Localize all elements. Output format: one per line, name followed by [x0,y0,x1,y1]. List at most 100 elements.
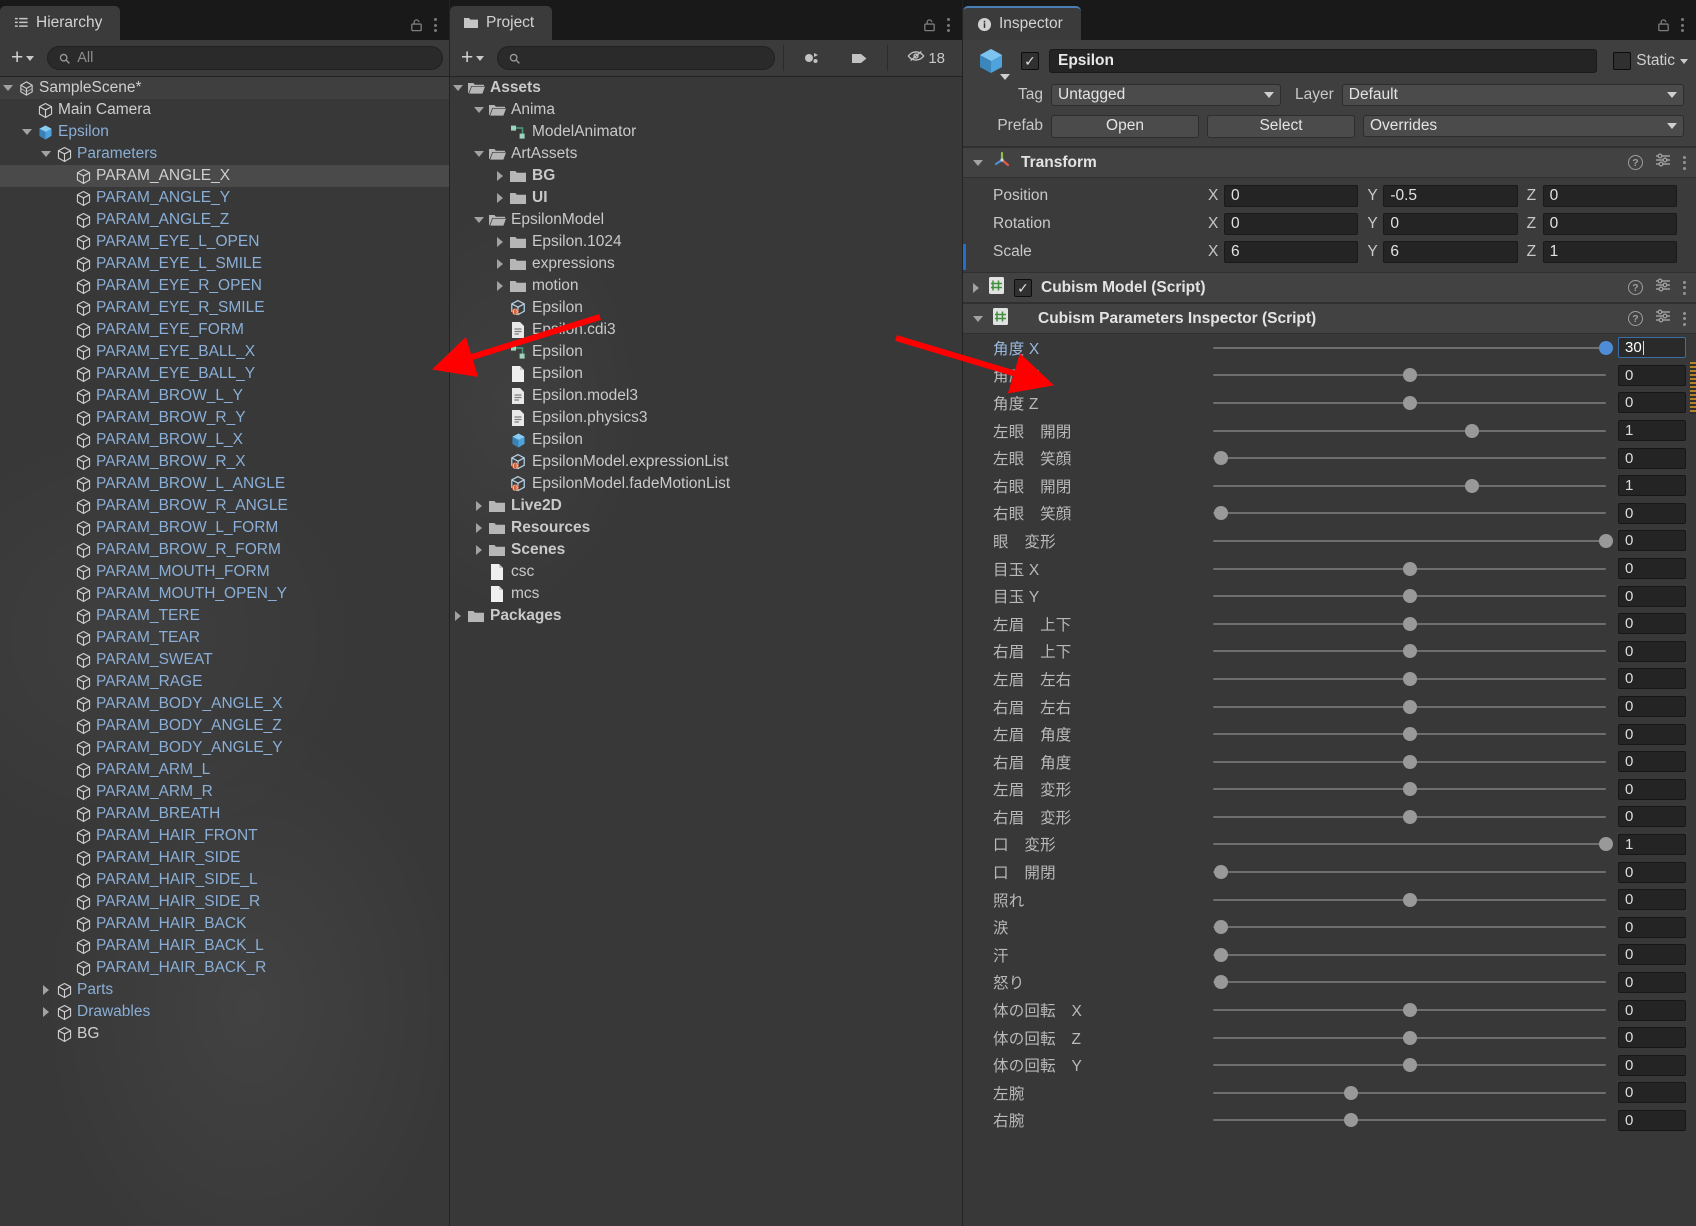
hierarchy-item-param-hair-back[interactable]: PARAM_HAIR_BACK [0,913,449,935]
slider-knob[interactable] [1402,616,1417,631]
slider-knob[interactable] [1402,754,1417,769]
parameter-value-input[interactable]: 0 [1618,751,1686,773]
slider-knob[interactable] [1402,561,1417,576]
kebab-menu-icon[interactable] [1683,311,1686,326]
project-item-bg[interactable]: BG [450,165,962,187]
slider-track[interactable] [1213,533,1613,548]
slider-knob[interactable] [1402,644,1417,659]
layer-dropdown[interactable]: Default [1341,84,1684,106]
chevron-down-icon[interactable] [22,129,32,135]
parameter-value-input[interactable]: 0 [1618,696,1686,718]
parameter-slider[interactable] [1213,748,1618,776]
prefab-open-button[interactable]: Open [1051,114,1199,138]
project-search-input[interactable] [497,46,776,70]
slider-knob[interactable] [1213,506,1228,521]
parameter-row[interactable]: 右眉 上下 0 [963,638,1696,666]
lock-icon[interactable] [409,17,424,33]
parameter-value-input[interactable]: 0 [1618,558,1686,580]
hierarchy-item-param-rage[interactable]: PARAM_RAGE [0,671,449,693]
prefab-overrides-dropdown[interactable]: Overrides [1363,115,1684,137]
parameter-slider[interactable] [1213,776,1618,804]
parameter-row[interactable]: 右腕 0 [963,1107,1696,1135]
help-icon[interactable]: ? [1628,311,1643,326]
parameter-row[interactable]: 口 変形 1 [963,831,1696,859]
project-item-epsilonmodel[interactable]: EpsilonModel [450,209,962,231]
parameter-value-input[interactable]: 0 [1618,502,1686,524]
hierarchy-item-param-hair-back-r[interactable]: PARAM_HAIR_BACK_R [0,957,449,979]
twisty[interactable] [471,501,487,511]
slider-track[interactable] [1213,340,1613,355]
parameter-row[interactable]: 体の回転 X 0 [963,996,1696,1024]
slider-track[interactable] [1213,892,1606,907]
hierarchy-item-param-brow-l-x[interactable]: PARAM_BROW_L_X [0,429,449,451]
chevron-right-icon[interactable] [973,282,979,293]
slider-knob[interactable] [1402,727,1417,742]
parameter-value-input[interactable]: 0 [1618,971,1686,993]
transform-position-y-input[interactable]: -0.5 [1383,185,1518,207]
parameter-slider[interactable] [1213,913,1618,941]
hierarchy-item-param-breath[interactable]: PARAM_BREATH [0,803,449,825]
parameter-value-input[interactable]: 0 [1618,861,1686,883]
parameter-value-input[interactable]: 0 [1618,364,1686,386]
twisty[interactable] [471,545,487,555]
hierarchy-item-parts[interactable]: Parts [0,979,449,1001]
parameter-row[interactable]: 口 開閉 0 [963,858,1696,886]
hierarchy-item-param-eye-ball-y[interactable]: PARAM_EYE_BALL_Y [0,363,449,385]
parameter-value-input[interactable]: 0 [1618,1054,1686,1076]
kebab-menu-icon[interactable] [1683,280,1686,295]
tag-dropdown[interactable]: Untagged [1051,84,1281,106]
parameter-value-input[interactable]: 0 [1618,1082,1686,1104]
twisty[interactable] [19,129,35,135]
slider-knob[interactable] [1213,947,1228,962]
slider-track[interactable] [1213,1030,1606,1045]
project-item-assets[interactable]: Assets [450,77,962,99]
project-item-epsilonmodel-fademotionlist[interactable]: {} EpsilonModel.fadeMotionList [450,473,962,495]
transform-component-header[interactable]: Transform ? [963,147,1696,178]
transform-rotation-x-input[interactable]: 0 [1224,213,1359,235]
parameter-slider[interactable] [1213,555,1618,583]
slider-knob[interactable] [1599,340,1613,355]
parameter-row[interactable]: 眼 変形 0 [963,527,1696,555]
hierarchy-item-param-brow-l-form[interactable]: PARAM_BROW_L_FORM [0,517,449,539]
parameter-value-input[interactable]: 0 [1618,392,1686,414]
slider-track[interactable] [1213,671,1606,686]
static-checkbox-box[interactable] [1613,52,1632,70]
parameter-row[interactable]: 怒り 0 [963,969,1696,997]
chevron-down-icon[interactable] [973,315,983,322]
chevron-right-icon[interactable] [497,281,503,291]
parameter-slider[interactable] [1213,389,1618,417]
twisty[interactable] [38,151,54,157]
twisty[interactable] [450,85,466,91]
slider-track[interactable] [1213,782,1606,797]
chevron-right-icon[interactable] [497,171,503,181]
hierarchy-item-param-brow-l-y[interactable]: PARAM_BROW_L_Y [0,385,449,407]
parameter-value-input[interactable]: 1 [1618,475,1686,497]
twisty[interactable] [38,985,54,995]
twisty[interactable] [471,217,487,223]
slider-knob[interactable] [1465,423,1480,438]
parameter-slider[interactable] [1213,638,1618,666]
chevron-down-icon[interactable] [41,151,51,157]
parameter-row[interactable]: 左眉 角度 0 [963,720,1696,748]
parameter-row[interactable]: 角度 Y 0 [963,362,1696,390]
project-item-epsilon-1024[interactable]: Epsilon.1024 [450,231,962,253]
slider-track[interactable] [1213,506,1606,521]
parameter-slider[interactable] [1213,582,1618,610]
parameter-slider[interactable] [1213,665,1618,693]
parameter-value-input[interactable]: 0 [1618,530,1686,552]
tab-project[interactable]: Project [450,6,553,40]
gameobject-enabled-checkbox[interactable]: ✓ [1021,52,1039,70]
twisty[interactable] [471,523,487,533]
slider-knob[interactable] [1402,368,1417,383]
parameter-row[interactable]: 左眉 上下 0 [963,610,1696,638]
prefab-select-button[interactable]: Select [1207,114,1355,138]
hierarchy-item-param-body-angle-y[interactable]: PARAM_BODY_ANGLE_Y [0,737,449,759]
parameter-slider[interactable] [1213,334,1618,362]
slider-knob[interactable] [1465,478,1480,493]
type-filter-icon[interactable] [792,40,832,77]
chevron-right-icon[interactable] [43,985,49,995]
chevron-down-icon[interactable] [973,159,983,166]
parameter-slider[interactable] [1213,803,1618,831]
tab-inspector[interactable]: Inspector [963,6,1081,40]
parameter-slider[interactable] [1213,1107,1618,1135]
